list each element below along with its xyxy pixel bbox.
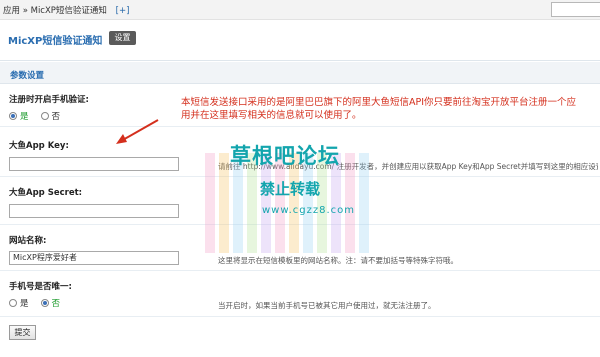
- unique-phone-no-label[interactable]: 否: [52, 297, 61, 309]
- breadcrumb: 应用 » MicXP短信验证通知 [+]: [3, 4, 129, 16]
- app-key-label: 大鱼App Key:: [9, 141, 69, 151]
- row-divider: [0, 316, 600, 317]
- add-shortcut-link[interactable]: [+]: [116, 6, 130, 16]
- site-name-label: 网站名称:: [9, 236, 47, 246]
- unique-phone-yes-label[interactable]: 是: [20, 297, 29, 309]
- submit-button[interactable]: 提交: [9, 325, 36, 340]
- search-input[interactable]: [551, 2, 600, 17]
- page-title: MicXP短信验证通知: [8, 36, 103, 47]
- unique-phone-label: 手机号是否唯一:: [9, 282, 72, 292]
- app-secret-field[interactable]: [9, 204, 179, 218]
- enable-sms-label: 注册时开启手机验证:: [9, 95, 89, 105]
- unique-phone-radio-group: 是 否: [9, 297, 60, 309]
- enable-sms-radio-group: 是 否: [9, 110, 60, 122]
- row-divider: [0, 126, 600, 127]
- enable-sms-yes-radio[interactable]: [9, 112, 17, 120]
- enable-sms-yes-label[interactable]: 是: [20, 110, 29, 122]
- panel-header: 参数设置: [0, 62, 600, 84]
- site-name-field[interactable]: MicXP程序爱好者: [9, 251, 179, 265]
- enable-sms-no-label[interactable]: 否: [52, 110, 61, 122]
- unique-phone-no-radio[interactable]: [40, 299, 49, 307]
- annotation-arrow-icon: [116, 119, 159, 144]
- watermark-subtitle: 禁止转载: [260, 180, 321, 198]
- unique-phone-hint: 当开启时，如果当前手机号已被其它用户使用过，就无法注册了。: [218, 301, 436, 310]
- app-key-field[interactable]: [9, 157, 179, 171]
- watermark-title: 草根吧论坛: [230, 144, 340, 168]
- settings-button[interactable]: 设置: [109, 31, 136, 45]
- breadcrumb-text[interactable]: 应用 » MicXP短信验证通知: [3, 6, 107, 16]
- plugin-title-bar: MicXP短信验证通知 设置: [0, 28, 600, 50]
- unique-phone-yes-radio[interactable]: [9, 299, 17, 307]
- watermark-url: www.cgzz8.com: [262, 205, 356, 216]
- app-secret-label: 大鱼App Secret:: [9, 188, 83, 198]
- enable-sms-no-radio[interactable]: [40, 112, 49, 120]
- row-divider: [0, 270, 600, 271]
- top-bar: 应用 » MicXP短信验证通知 [+]: [0, 0, 600, 20]
- panel-heading: 参数设置: [10, 71, 45, 81]
- annotation-note: 本短信发送接口采用的是阿里巴巴旗下的阿里大鱼短信API你只要前往淘宝开放平台注册…: [181, 97, 577, 121]
- site-name-hint: 这里将显示在短信模板里的网站名称。注：请不要加括号等特殊字符哦。: [218, 256, 458, 265]
